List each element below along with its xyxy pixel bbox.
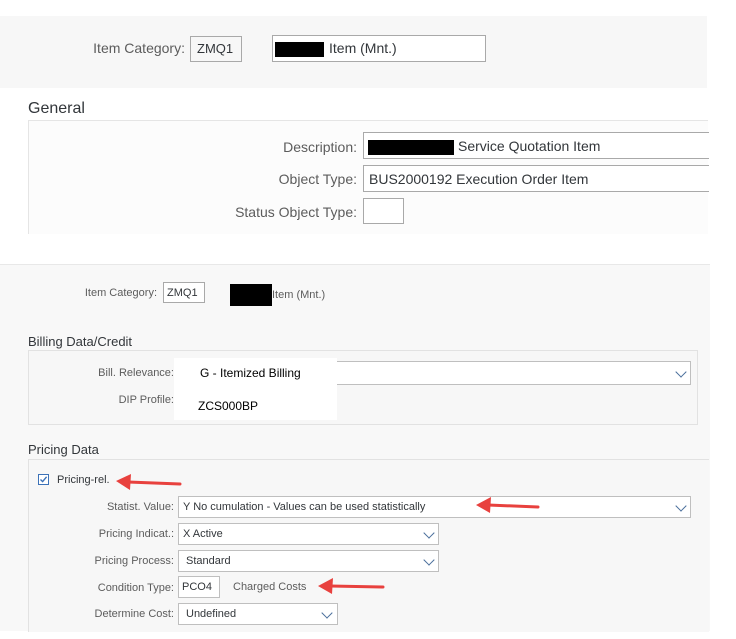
arrow-icon-pricing-rel <box>116 474 182 490</box>
annotation-arrows <box>116 474 540 594</box>
arrow-icon-condition-type <box>318 578 385 594</box>
arrow-icon-statist-value <box>476 497 540 513</box>
